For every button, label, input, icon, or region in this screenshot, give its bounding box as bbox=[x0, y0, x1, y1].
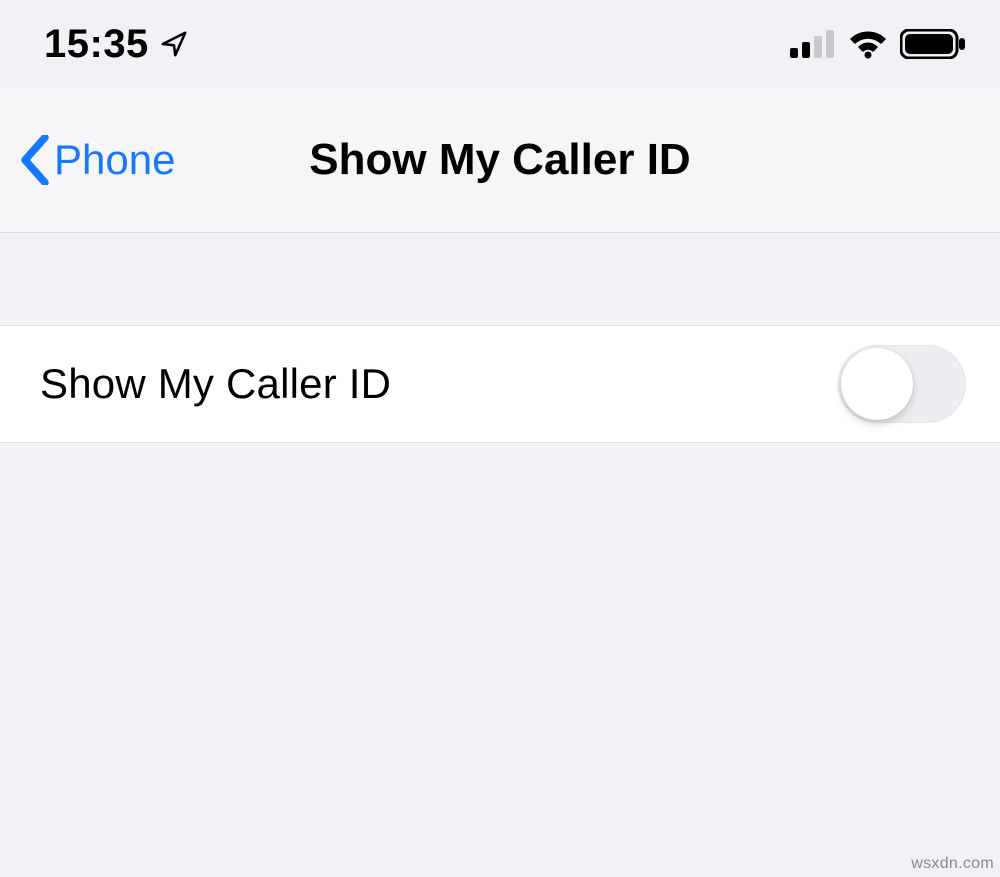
back-label: Phone bbox=[54, 136, 175, 184]
toggle-knob bbox=[841, 348, 913, 420]
chevron-left-icon bbox=[18, 135, 52, 185]
location-arrow-icon bbox=[159, 29, 189, 59]
show-caller-id-label: Show My Caller ID bbox=[40, 360, 391, 408]
nav-bar: Phone Show My Caller ID bbox=[0, 88, 1000, 233]
status-left: 15:35 bbox=[44, 22, 189, 67]
watermark: wsxdn.com bbox=[911, 855, 994, 873]
show-caller-id-row: Show My Caller ID bbox=[0, 325, 1000, 443]
battery-full-icon bbox=[900, 29, 966, 59]
section-spacer bbox=[0, 233, 1000, 325]
back-button[interactable]: Phone bbox=[18, 135, 175, 185]
wifi-icon bbox=[848, 29, 888, 59]
status-bar: 15:35 bbox=[0, 0, 1000, 88]
show-caller-id-toggle[interactable] bbox=[838, 345, 966, 423]
settings-content: Show My Caller ID bbox=[0, 233, 1000, 443]
status-time: 15:35 bbox=[44, 22, 149, 67]
cellular-signal-icon bbox=[790, 30, 836, 58]
status-right bbox=[790, 29, 966, 59]
